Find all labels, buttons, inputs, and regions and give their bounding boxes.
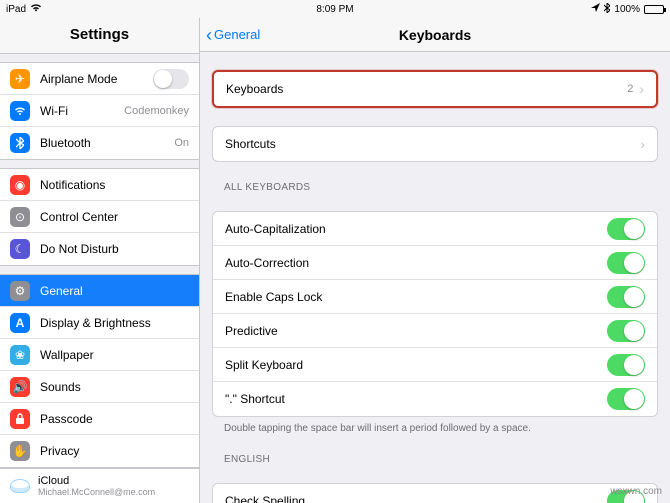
toggle-switch[interactable] [607,320,645,342]
sidebar-item-icloud[interactable]: iCloud Michael.McConnell@me.com [0,468,199,503]
section-footer-all-keyboards: Double tapping the space bar will insert… [224,423,658,434]
sidebar-item-label: Notifications [40,178,105,192]
predictive-row[interactable]: Predictive [213,314,657,348]
wallpaper-icon: ❀ [10,345,30,365]
page-title: Keyboards [200,27,670,43]
cell-label: Auto-Correction [225,256,309,270]
cell-label: Check Spelling [225,494,305,503]
display-icon: A [10,313,30,333]
icloud-icon [10,479,30,493]
cell-label: "." Shortcut [225,392,285,406]
bluetooth-value: On [174,137,189,149]
watermark: wsxwn.com [610,486,662,497]
detail-header: ‹ General Keyboards [200,18,670,52]
all-keyboards-group: Auto-Capitalization Auto-Correction Enab… [212,211,658,417]
do-not-disturb-icon: ☾ [10,239,30,259]
cell-label: Enable Caps Lock [225,290,322,304]
shortcuts-group: Shortcuts › [212,126,658,162]
sounds-icon: 🔊 [10,377,30,397]
toggle-switch[interactable] [607,252,645,274]
sidebar-item-airplane[interactable]: ✈ Airplane Mode [0,63,199,95]
sidebar-item-label: Do Not Disturb [40,242,119,256]
sidebar-item-label: Wi-Fi [40,104,68,118]
sidebar-item-label: Sounds [40,380,81,394]
sidebar-item-label: Bluetooth [40,136,91,150]
sidebar-item-dnd[interactable]: ☾ Do Not Disturb [0,233,199,265]
airplane-toggle[interactable] [153,69,189,89]
chevron-right-icon: › [640,136,645,152]
section-header-english: ENGLISH [224,454,658,465]
keyboards-group: Keyboards 2 › [212,70,658,108]
sidebar-item-notifications[interactable]: ◉ Notifications [0,169,199,201]
status-bar: iPad 8:09 PM 100% [0,0,670,18]
cell-label: Keyboards [226,82,283,96]
sidebar-item-privacy[interactable]: ✋ Privacy [0,435,199,467]
sidebar-item-label: Privacy [40,444,79,458]
auto-correction-row[interactable]: Auto-Correction [213,246,657,280]
bluetooth-icon [10,133,30,153]
sidebar-item-display[interactable]: A Display & Brightness [0,307,199,339]
sidebar-item-wallpaper[interactable]: ❀ Wallpaper [0,339,199,371]
control-center-icon: ⊙ [10,207,30,227]
privacy-icon: ✋ [10,441,30,461]
cell-label: Shortcuts [225,137,276,151]
period-shortcut-row[interactable]: "." Shortcut [213,382,657,416]
clock: 8:09 PM [0,4,670,15]
sidebar-item-bluetooth[interactable]: Bluetooth On [0,127,199,159]
shortcuts-row[interactable]: Shortcuts › [213,127,657,161]
toggle-switch[interactable] [607,388,645,410]
auto-capitalization-row[interactable]: Auto-Capitalization [213,212,657,246]
toggle-switch[interactable] [607,354,645,376]
wifi-icon [10,101,30,121]
chevron-left-icon: ‹ [206,26,212,44]
keyboards-count: 2 [627,83,633,95]
keyboards-row[interactable]: Keyboards 2 › [214,72,656,106]
cell-label: Auto-Capitalization [225,222,326,236]
battery-icon [644,5,664,14]
toggle-switch[interactable] [607,286,645,308]
sidebar-item-label: Display & Brightness [40,316,151,330]
sidebar-title: Settings [0,18,199,54]
sidebar-item-sounds[interactable]: 🔊 Sounds [0,371,199,403]
passcode-icon [10,409,30,429]
sidebar-item-passcode[interactable]: Passcode [0,403,199,435]
check-spelling-row[interactable]: Check Spelling [213,484,657,503]
airplane-icon: ✈ [10,69,30,89]
sidebar-item-label: General [40,284,83,298]
sidebar-item-label: Passcode [40,412,93,426]
icloud-title: iCloud [38,475,69,487]
chevron-right-icon: › [639,81,644,97]
cell-label: Predictive [225,324,278,338]
back-label: General [214,27,260,42]
back-button[interactable]: ‹ General [200,26,260,44]
caps-lock-row[interactable]: Enable Caps Lock [213,280,657,314]
icloud-email: Michael.McConnell@me.com [38,487,155,497]
detail-pane: ‹ General Keyboards Keyboards 2 › Shortc… [200,18,670,503]
sidebar-item-label: Airplane Mode [40,72,117,86]
wifi-value: Codemonkey [124,105,189,117]
sidebar-item-label: Control Center [40,210,118,224]
sidebar-item-label: Wallpaper [40,348,94,362]
general-icon: ⚙ [10,281,30,301]
sidebar: Settings ✈ Airplane Mode Wi-Fi Codemonke… [0,18,200,503]
cell-label: Split Keyboard [225,358,303,372]
sidebar-item-control-center[interactable]: ⊙ Control Center [0,201,199,233]
notifications-icon: ◉ [10,175,30,195]
section-header-all-keyboards: ALL KEYBOARDS [224,182,658,193]
sidebar-item-wifi[interactable]: Wi-Fi Codemonkey [0,95,199,127]
toggle-switch[interactable] [607,218,645,240]
split-keyboard-row[interactable]: Split Keyboard [213,348,657,382]
sidebar-item-general[interactable]: ⚙ General [0,275,199,307]
english-group: Check Spelling [212,483,658,503]
